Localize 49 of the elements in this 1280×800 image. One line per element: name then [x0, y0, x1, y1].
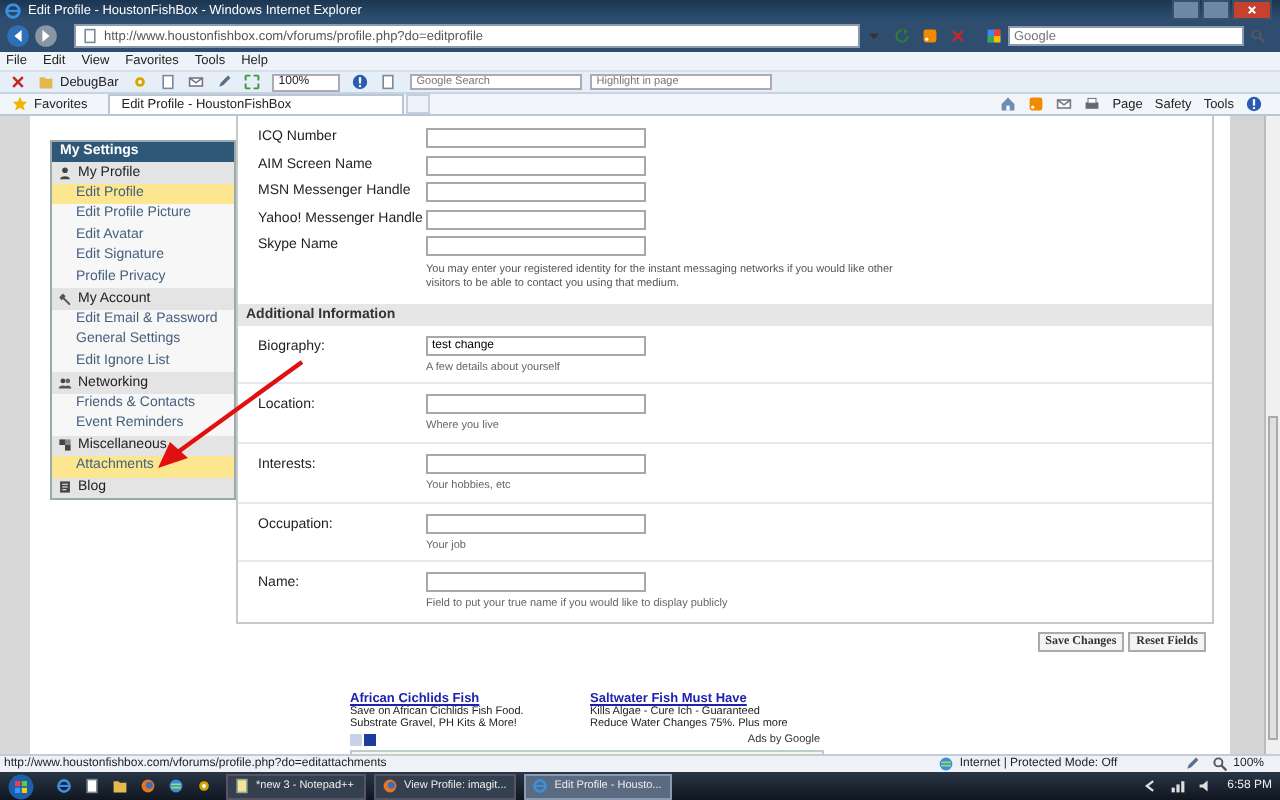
input-field[interactable]	[426, 155, 646, 175]
browser-icon	[382, 778, 398, 794]
people-icon	[58, 375, 72, 390]
input-field[interactable]	[426, 394, 646, 415]
star-icon	[12, 96, 28, 112]
input-field[interactable]	[426, 513, 646, 534]
forward-icon[interactable]	[34, 24, 58, 48]
globe-icon	[937, 756, 954, 772]
feed-icon[interactable]	[1028, 96, 1045, 112]
mail-icon[interactable]	[188, 74, 205, 90]
wrench-icon	[58, 291, 72, 306]
page-icon[interactable]	[380, 74, 397, 90]
home-icon[interactable]	[1000, 96, 1017, 112]
close-icon[interactable]	[10, 74, 26, 90]
puzzle-icon	[58, 438, 72, 453]
chevron-icon[interactable]	[1141, 778, 1158, 794]
blog-icon	[58, 480, 72, 495]
notepad-icon	[234, 778, 250, 794]
print-icon[interactable]	[1084, 96, 1101, 112]
input-field[interactable]	[426, 128, 646, 148]
page-icon[interactable]	[160, 74, 177, 90]
input-field[interactable]	[426, 209, 646, 229]
quick-launch-icon[interactable]	[196, 778, 212, 794]
start-button[interactable]	[8, 773, 34, 799]
network-icon[interactable]	[1169, 778, 1186, 794]
input-field[interactable]	[426, 572, 646, 593]
google-icon	[986, 28, 1002, 44]
help-icon[interactable]	[1246, 96, 1262, 112]
magnifier-icon	[1211, 756, 1228, 772]
input-field[interactable]	[426, 236, 646, 256]
refresh-icon[interactable]	[894, 28, 910, 44]
scrollbar[interactable]	[1264, 116, 1280, 754]
maximize-button[interactable]	[1202, 0, 1230, 20]
volume-icon[interactable]	[1197, 778, 1214, 794]
close-icon	[1244, 2, 1260, 18]
quick-launch-icon[interactable]	[168, 778, 184, 794]
toolbar-icon[interactable]	[352, 74, 369, 90]
page-icon	[82, 28, 98, 44]
input-field[interactable]	[426, 182, 646, 202]
input-field[interactable]	[426, 453, 646, 474]
fullscreen-icon[interactable]	[244, 74, 261, 90]
back-icon[interactable]	[6, 24, 30, 48]
close-button[interactable]	[1232, 0, 1272, 20]
next-button[interactable]	[364, 733, 376, 746]
browser-icon	[4, 1, 22, 19]
browser-icon	[532, 778, 549, 794]
person-icon	[58, 165, 72, 180]
minimize-button[interactable]	[1172, 0, 1200, 20]
mail-icon[interactable]	[1056, 96, 1073, 112]
